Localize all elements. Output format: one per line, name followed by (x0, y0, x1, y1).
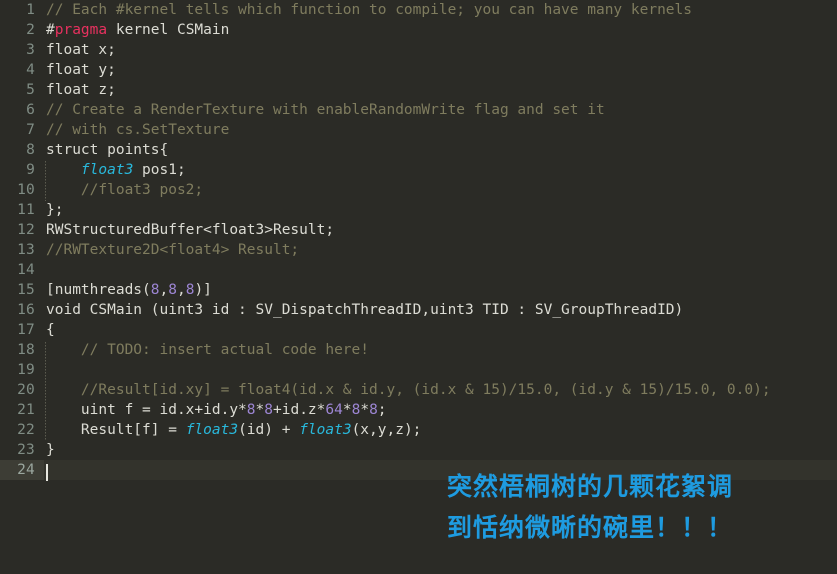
token-txt: # (46, 22, 55, 38)
code-line-20[interactable]: //Result[id.xy] = float4(id.x & id.y, (i… (44, 380, 837, 400)
line-number-8[interactable]: 8 (0, 140, 44, 160)
token-txt: [numthreads( (46, 282, 151, 298)
token-num: 64 (325, 402, 343, 418)
token-txt: kernel CSMain (107, 22, 230, 38)
line-number-3[interactable]: 3 (0, 40, 44, 60)
token-com: // with cs.SetTexture (46, 122, 230, 138)
code-line-15[interactable]: [numthreads(8,8,8)] (44, 280, 837, 300)
code-line-12[interactable]: RWStructuredBuffer<float3>Result; (44, 220, 837, 240)
code-line-16[interactable]: void CSMain (uint3 id : SV_DispatchThrea… (44, 300, 837, 320)
token-type: float3 (80, 162, 134, 178)
subtitle-line-1: 突然梧桐树的几颗花絮调 (447, 472, 734, 501)
token-txt: uint f = id.x+id.y* (46, 402, 247, 418)
line-number-12[interactable]: 12 (0, 220, 44, 240)
token-txt: }; (46, 202, 64, 218)
token-txt: void CSMain (uint3 id : SV_DispatchThrea… (46, 302, 684, 318)
token-txt: * (342, 402, 352, 418)
line-number-gutter[interactable]: 1 2 3 4 5 6 7 8 9 10 11 12 13 14 15 16 17 18 19 20 21 22 23 24 (0, 0, 44, 574)
line-number-5[interactable]: 5 (0, 80, 44, 100)
line-number-7[interactable]: 7 (0, 120, 44, 140)
line-number-17[interactable]: 17 (0, 320, 44, 340)
code-line-10[interactable]: //float3 pos2; (44, 180, 837, 200)
code-editor[interactable]: 1 2 3 4 5 6 7 8 9 10 11 12 13 14 15 16 17 18 19 20 21 22 23 24 … (0, 0, 837, 574)
token-com: //Result[id.xy] = float4(id.x & id.y, (i… (46, 382, 771, 398)
token-txt: (id) + (238, 422, 300, 438)
code-line-19[interactable] (44, 360, 837, 380)
token-txt: ; (377, 402, 387, 418)
line-number-23[interactable]: 23 (0, 440, 44, 460)
code-line-23[interactable]: } (44, 440, 837, 460)
token-txt: )] (194, 282, 212, 298)
token-com: // Each #kernel tells which function to … (46, 2, 693, 18)
token-num: 8 (150, 282, 160, 298)
line-number-9[interactable]: 9 (0, 160, 44, 180)
token-txt: * (360, 402, 370, 418)
token-txt: struct points{ (46, 142, 169, 158)
line-number-20[interactable]: 20 (0, 380, 44, 400)
line-number-24[interactable]: 24 (0, 460, 44, 480)
code-line-18[interactable]: // TODO: insert actual code here! (44, 340, 837, 360)
token-com: //RWTexture2D<float4> Result; (46, 242, 300, 258)
code-line-22[interactable]: Result[f] = float3(id) + float3(x,y,z); (44, 420, 837, 440)
code-line-6[interactable]: // Create a RenderTexture with enableRan… (44, 100, 837, 120)
code-line-1[interactable]: // Each #kernel tells which function to … (44, 0, 837, 20)
token-type: float3 (299, 422, 352, 438)
code-line-3[interactable]: float x; (44, 40, 837, 60)
code-line-7[interactable]: // with cs.SetTexture (44, 120, 837, 140)
subtitle-overlay: 突然梧桐树的几颗花絮调 到恬纳微晰的碗里！！！ (447, 466, 733, 548)
line-number-15[interactable]: 15 (0, 280, 44, 300)
token-txt: , (159, 282, 169, 298)
token-num: 8 (168, 282, 177, 298)
code-line-17[interactable]: { (44, 320, 837, 340)
line-number-10[interactable]: 10 (0, 180, 44, 200)
token-txt: { (46, 322, 55, 338)
token-com: //float3 pos2; (46, 182, 204, 198)
text-caret (46, 464, 48, 481)
line-number-13[interactable]: 13 (0, 240, 44, 260)
code-line-5[interactable]: float z; (44, 80, 837, 100)
token-txt: } (46, 442, 55, 458)
token-txt: , (176, 282, 186, 298)
code-line-14[interactable] (44, 260, 837, 280)
line-number-2[interactable]: 2 (0, 20, 44, 40)
token-txt: Result[f] = (46, 422, 186, 438)
line-number-19[interactable]: 19 (0, 360, 44, 380)
token-num: 8 (369, 402, 378, 418)
token-num: 8 (264, 402, 273, 418)
code-line-11[interactable]: }; (44, 200, 837, 220)
code-line-8[interactable]: struct points{ (44, 140, 837, 160)
token-pre: pragma (54, 22, 108, 38)
line-number-4[interactable]: 4 (0, 60, 44, 80)
code-line-9[interactable]: float3 pos1; (44, 160, 837, 180)
code-line-4[interactable]: float y; (44, 60, 837, 80)
token-txt: +id.z* (273, 402, 326, 418)
line-number-21[interactable]: 21 (0, 400, 44, 420)
token-com: // TODO: insert actual code here! (46, 342, 370, 358)
line-number-16[interactable]: 16 (0, 300, 44, 320)
subtitle-line-2: 到恬纳微晰的碗里！！！ (447, 513, 734, 542)
token-com: // Create a RenderTexture with enableRan… (46, 102, 605, 118)
code-line-2[interactable]: #pragma kernel CSMain (44, 20, 837, 40)
code-line-21[interactable]: uint f = id.x+id.y*8*8+id.z*64*8*8; (44, 400, 837, 420)
line-number-22[interactable]: 22 (0, 420, 44, 440)
token-txt: RWStructuredBuffer<float3>Result; (46, 222, 335, 238)
token-txt: float z; (46, 82, 116, 98)
token-type: float3 (185, 422, 239, 438)
token-num: 8 (246, 402, 256, 418)
line-number-1[interactable]: 1 (0, 0, 44, 20)
token-txt: * (255, 402, 265, 418)
token-txt: float y; (46, 62, 116, 78)
token-txt: (x,y,z); (351, 422, 422, 438)
code-line-13[interactable]: //RWTexture2D<float4> Result; (44, 240, 837, 260)
line-number-6[interactable]: 6 (0, 100, 44, 120)
line-number-11[interactable]: 11 (0, 200, 44, 220)
line-number-14[interactable]: 14 (0, 260, 44, 280)
token-txt: pos1; (133, 162, 186, 178)
line-number-18[interactable]: 18 (0, 340, 44, 360)
token-txt: float x; (46, 42, 116, 58)
